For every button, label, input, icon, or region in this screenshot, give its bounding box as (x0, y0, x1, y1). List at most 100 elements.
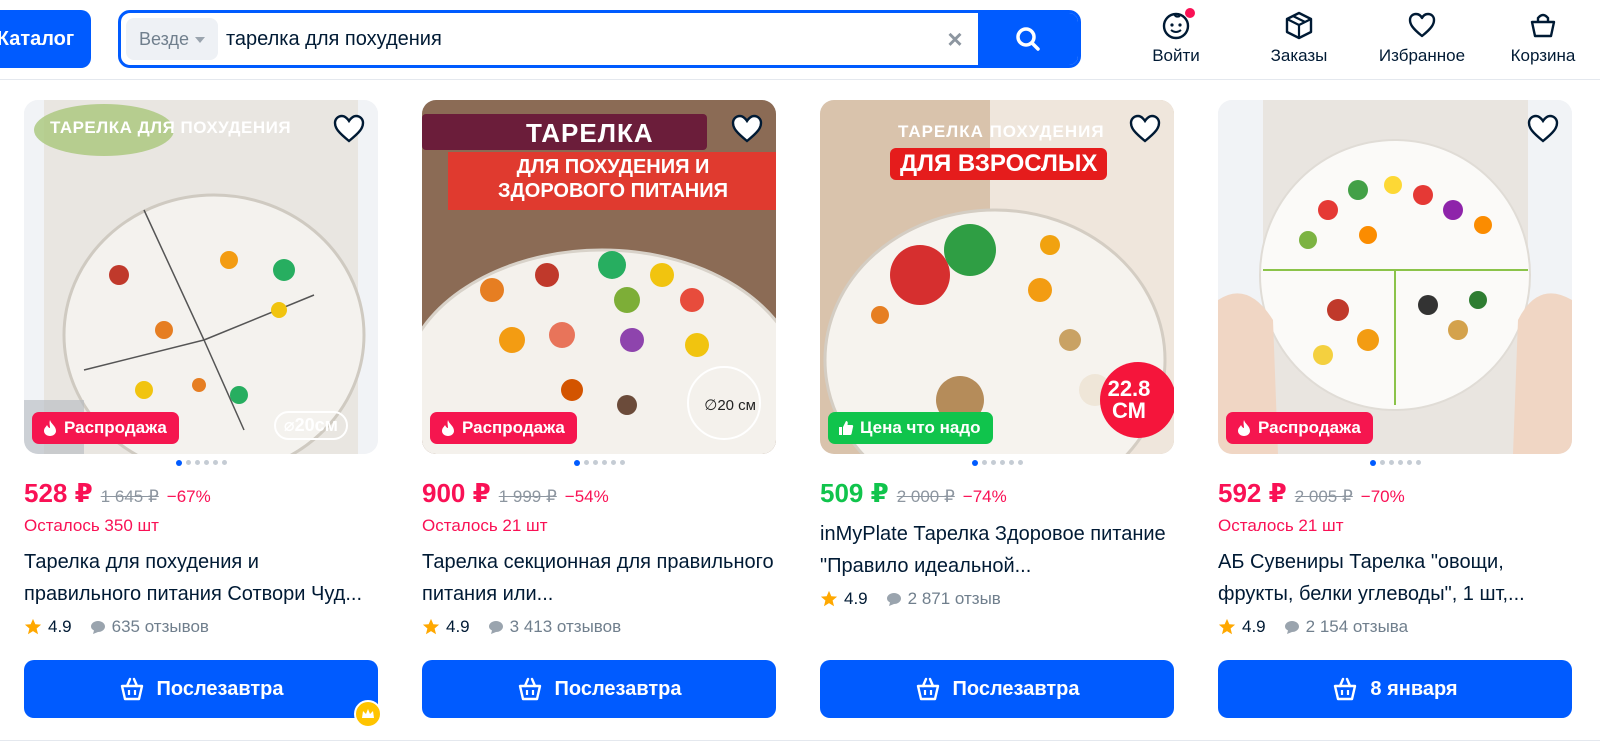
flame-icon (442, 420, 454, 436)
image-pager (1218, 460, 1572, 468)
rating-score: 4.9 (844, 589, 868, 608)
search-button[interactable] (978, 13, 1078, 65)
price: 509 ₽ (820, 478, 889, 508)
price-badge: Цена что надо (828, 412, 993, 444)
add-to-cart-button[interactable]: Послезавтра (24, 660, 378, 718)
basket-icon (1530, 13, 1556, 38)
price: 592 ₽ (1218, 478, 1287, 508)
badge-label: Распродажа (1258, 418, 1361, 437)
search-input[interactable] (226, 18, 916, 60)
price: 900 ₽ (422, 478, 491, 508)
add-to-cart-button[interactable]: Послезавтра (820, 660, 1174, 718)
notification-dot (1185, 8, 1195, 18)
reviews-count: 2 871 отзыв (907, 589, 1001, 608)
rating-row: 4.9 3 413 отзывов (422, 614, 776, 640)
discount: −54% (564, 487, 609, 506)
old-price: 2 005 ₽ (1294, 487, 1353, 506)
delivery-label: Послезавтра (952, 677, 1080, 700)
product-image[interactable]: Распродажа (1218, 100, 1572, 454)
image-size-note: ⌀20см (273, 411, 348, 440)
plate-photo (1218, 100, 1572, 454)
nav-cart[interactable]: Корзина (1506, 10, 1580, 70)
catalog-button[interactable]: Каталог (0, 10, 91, 68)
nav-login[interactable]: Войти (1146, 8, 1206, 70)
old-price: 1 999 ₽ (498, 487, 557, 506)
old-price: 1 645 ₽ (100, 487, 159, 506)
product-card[interactable]: ТАРЕЛКА ДЛЯ ПОХУДЕНИЯ И ЗДОРОВОГО ПИТАНИ… (422, 100, 776, 718)
favorite-heart-icon[interactable] (730, 112, 764, 146)
search-scope-select[interactable]: Везде (126, 18, 218, 60)
divider (0, 740, 1600, 741)
favorite-heart-icon[interactable] (1526, 112, 1560, 146)
discount: −70% (1360, 487, 1405, 506)
comment-icon (90, 621, 105, 634)
badge-label: Распродажа (462, 418, 565, 437)
heart-icon (1408, 12, 1436, 38)
favorite-heart-icon[interactable] (1128, 112, 1162, 146)
price-row: 509 ₽ 2 000 ₽ −74% (820, 478, 1174, 510)
rating-row: 4.9 2 871 отзыв (820, 586, 1174, 612)
reviews-link[interactable]: 2 871 отзыв (886, 589, 1001, 609)
delivery-label: Послезавтра (554, 677, 682, 700)
reviews-link[interactable]: 635 отзывов (90, 617, 209, 637)
stock-left: Осталось 350 шт (24, 516, 159, 535)
cart-basket-icon (120, 677, 143, 701)
product-title[interactable]: inMyPlate Тарелка Здоровое питание "Прав… (820, 518, 1174, 582)
cart-basket-icon (916, 677, 939, 701)
image-caption: ТАРЕЛКА ДЛЯ ПОХУДЕНИЯ (50, 118, 292, 137)
star-icon (1218, 618, 1236, 635)
add-to-cart-button[interactable]: 8 января (1218, 660, 1572, 718)
image-pager (24, 460, 378, 468)
search-scope-label: Везде (139, 28, 189, 49)
old-price: 2 000 ₽ (896, 487, 955, 506)
product-title[interactable]: АБ Сувениры Тарелка "овощи, фрукты, белк… (1218, 546, 1572, 610)
nav-favorites[interactable]: Избранное (1372, 10, 1472, 70)
top-header: Каталог Везде × Войти Заказы Избранное К… (0, 0, 1600, 80)
reviews-link[interactable]: 2 154 отзыва (1284, 617, 1408, 637)
flame-icon (44, 420, 56, 436)
product-image[interactable]: ТАРЕЛКА ДЛЯ ПОХУДЕНИЯ И ЗДОРОВОГО ПИТАНИ… (422, 100, 776, 454)
nav-login-label: Войти (1152, 46, 1200, 65)
catalog-label: Каталог (0, 27, 75, 50)
price: 528 ₽ (24, 478, 93, 508)
cart-basket-icon (1334, 677, 1357, 701)
delivery-label: 8 января (1370, 677, 1458, 700)
image-size-note: ∅20 см (704, 397, 756, 414)
image-caption-2: ДЛЯ ПОХУДЕНИЯ И ЗДОРОВОГО ПИТАНИЯ (498, 156, 728, 202)
sale-badge: Распродажа (32, 412, 179, 444)
star-icon (422, 618, 440, 635)
price-row: 592 ₽ 2 005 ₽ −70% (1218, 478, 1572, 510)
reviews-link[interactable]: 3 413 отзывов (488, 617, 621, 637)
reviews-count: 3 413 отзывов (509, 617, 622, 636)
product-title[interactable]: Тарелка для похудения и правильного пита… (24, 546, 378, 610)
image-caption-2: ДЛЯ ВЗРОСЛЫХ (890, 148, 1108, 180)
sale-badge: Распродажа (430, 412, 577, 444)
rating-row: 4.9 2 154 отзыва (1218, 614, 1572, 640)
clear-search-icon[interactable]: × (941, 25, 969, 53)
product-image[interactable]: ТАРЕЛКА ПОХУДЕНИЯ ДЛЯ ВЗРОСЛЫХ 22.8 СМ Ц… (820, 100, 1174, 454)
nav-orders[interactable]: Заказы (1264, 10, 1334, 70)
stock-left: Осталось 21 шт (1218, 516, 1344, 535)
product-card[interactable]: ТАРЕЛКА ПОХУДЕНИЯ ДЛЯ ВЗРОСЛЫХ 22.8 СМ Ц… (820, 100, 1174, 718)
nav-cart-label: Корзина (1510, 46, 1576, 65)
rating-score: 4.9 (446, 617, 470, 636)
flame-icon (1238, 420, 1250, 436)
thumbs-up-icon (839, 421, 854, 435)
favorite-heart-icon[interactable] (332, 112, 366, 146)
comment-icon (1284, 621, 1299, 634)
cart-basket-icon (518, 677, 541, 701)
add-to-cart-button[interactable]: Послезавтра (422, 660, 776, 718)
product-card[interactable]: Распродажа 592 ₽ 2 005 ₽ −70% Осталось 2… (1218, 100, 1572, 718)
badge-label: Распродажа (64, 418, 167, 437)
search-bar: Везде × (118, 10, 1081, 68)
product-title[interactable]: Тарелка секционная для правильного питан… (422, 546, 776, 610)
reviews-count: 2 154 отзыва (1305, 617, 1409, 636)
product-card[interactable]: ТАРЕЛКА ДЛЯ ПОХУДЕНИЯ ⌀20см Распродажа 5… (24, 100, 382, 728)
rating-score: 4.9 (48, 617, 72, 636)
chevron-down-icon (195, 37, 205, 43)
product-image[interactable]: ТАРЕЛКА ДЛЯ ПОХУДЕНИЯ ⌀20см Распродажа (24, 100, 378, 454)
image-size-note: 22.8 СМ (1107, 376, 1151, 423)
crown-icon (354, 700, 382, 728)
badge-label: Цена что надо (860, 418, 981, 437)
discount: −74% (962, 487, 1007, 506)
